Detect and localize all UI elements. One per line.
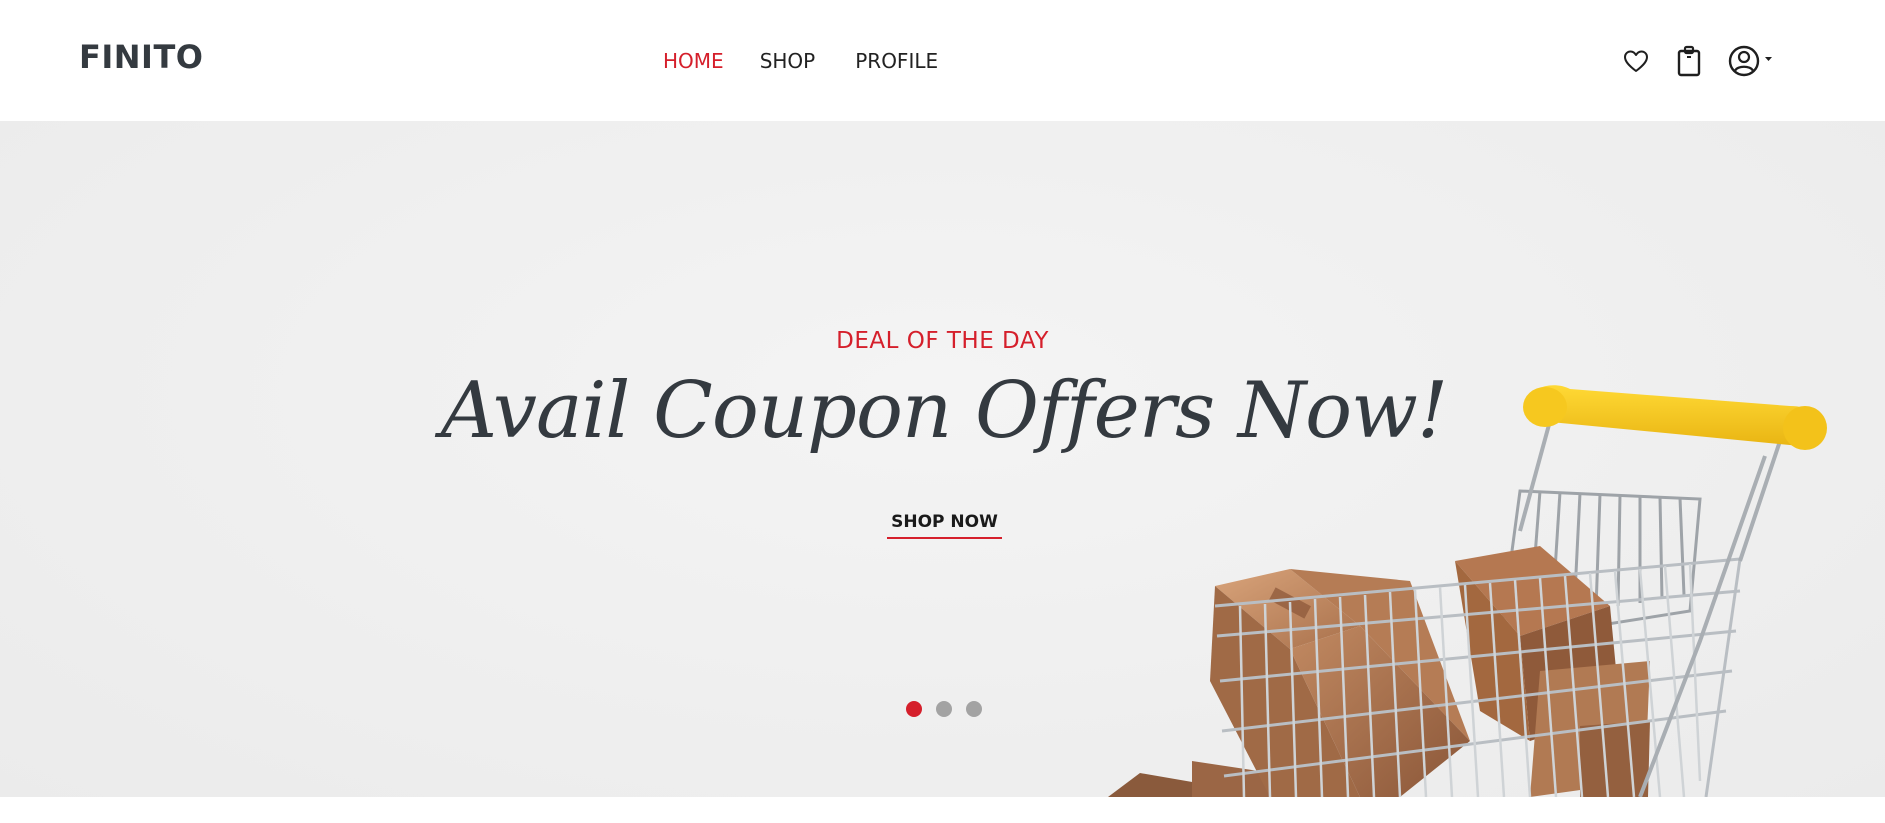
shop-now-button[interactable]: SHOP NOW [887, 512, 1002, 539]
header-actions [1622, 44, 1774, 82]
hero-eyebrow: DEAL OF THE DAY [836, 328, 1049, 354]
nav-profile[interactable]: PROFILE [855, 49, 938, 73]
carousel-dot-3[interactable] [966, 701, 982, 717]
nav-home[interactable]: HOME [663, 49, 724, 73]
carousel-dot-1[interactable] [906, 701, 922, 717]
main-nav: HOME SHOP PROFILE [663, 49, 938, 73]
carousel-dot-2[interactable] [936, 701, 952, 717]
heart-icon[interactable] [1622, 48, 1650, 78]
nav-shop[interactable]: SHOP [760, 49, 816, 73]
shopping-bag-icon[interactable] [1676, 45, 1702, 81]
site-logo[interactable]: FINITO [79, 38, 203, 76]
carousel-indicators [906, 701, 982, 717]
site-header: FINITO HOME SHOP PROFILE [0, 0, 1885, 121]
user-circle-icon[interactable] [1728, 44, 1774, 82]
hero-carousel: DEAL OF THE DAY Avail Coupon Offers Now!… [0, 121, 1885, 797]
caret-down-icon [1765, 57, 1772, 61]
hero-title: Avail Coupon Offers Now! [440, 366, 1449, 456]
